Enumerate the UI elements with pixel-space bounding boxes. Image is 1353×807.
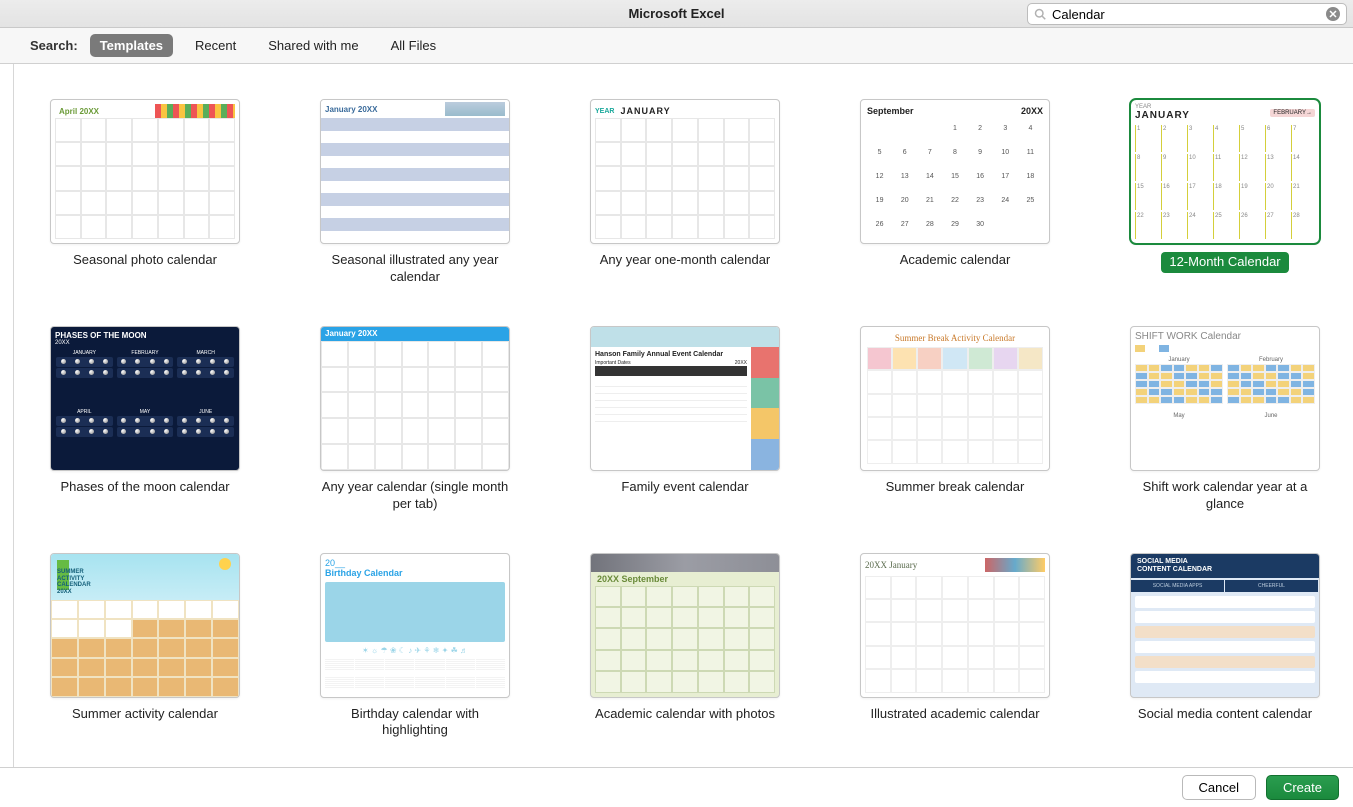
template-label: Any year one-month calendar [600, 252, 771, 269]
template-label: Any year calendar (single month per tab) [320, 479, 510, 513]
thumbnail: SUMMERACTIVITYCALENDAR20XX [50, 553, 240, 698]
title-bar: Microsoft Excel [0, 0, 1353, 28]
template-academic[interactable]: September20XX 12345678910111213141516171… [860, 99, 1050, 286]
thumb-heading: Hanson Family Annual Event Calendar [595, 351, 747, 358]
thumb-title: January 20XX [321, 327, 509, 341]
templates-grid: April 20XX Seasonal photo calendar Janua… [50, 99, 1319, 739]
template-label: Seasonal illustrated any year calendar [320, 252, 510, 286]
template-label: Social media content calendar [1138, 706, 1312, 723]
thumbnail: 20XX September [590, 553, 780, 698]
thumb-month: September [867, 106, 914, 116]
scope-bar: Search: Templates Recent Shared with me … [0, 28, 1353, 64]
scope-allfiles[interactable]: All Files [381, 34, 447, 57]
thumb-year: 20__ [325, 558, 505, 568]
scope-shared[interactable]: Shared with me [258, 34, 368, 57]
template-birthday[interactable]: 20__ Birthday Calendar ✶ ☼ ☂ ❀ ☾ ♪ ✈ ⚘ ❄… [320, 553, 510, 740]
template-label: Summer break calendar [886, 479, 1025, 496]
thumb-sub: Important Dates [595, 360, 631, 366]
thumb-title: January 20XX [325, 105, 377, 114]
thumbnail: September20XX 12345678910111213141516171… [860, 99, 1050, 244]
template-label: Phases of the moon calendar [60, 479, 229, 496]
thumb-title: April 20XX [55, 107, 99, 116]
close-icon [1329, 10, 1337, 18]
search-input[interactable] [1052, 7, 1320, 22]
template-academic-photos[interactable]: 20XX September Academic calendar with ph… [590, 553, 780, 740]
thumb-brand: SHIFT WORK [1135, 331, 1198, 342]
thumb-title: PHASES OF THE MOON [55, 331, 235, 340]
thumb-year: 20XX [55, 340, 235, 346]
thumbnail: SHIFT WORK Calendar January February May… [1130, 326, 1320, 471]
template-family-event[interactable]: Hanson Family Annual Event Calendar Impo… [590, 326, 780, 513]
template-label: 12-Month Calendar [1161, 252, 1288, 273]
cancel-button[interactable]: Cancel [1182, 775, 1256, 800]
template-label: Birthday calendar with highlighting [320, 706, 510, 740]
template-social-media[interactable]: SOCIAL MEDIACONTENT CALENDAR SOCIAL MEDI… [1130, 553, 1320, 740]
thumbnail: January 20XX [320, 99, 510, 244]
clear-search-button[interactable] [1326, 7, 1340, 21]
template-label: Shift work calendar year at a glance [1130, 479, 1320, 513]
thumb-brand2: Calendar [1200, 331, 1241, 342]
thumb-month: JANUARY [1135, 110, 1190, 121]
template-shift-work[interactable]: SHIFT WORK Calendar January February May… [1130, 326, 1320, 513]
thumb-month: JANUARY [620, 106, 670, 116]
template-12-month[interactable]: YEARJANUARYFEBRUARY→ 1234567891011121314… [1130, 99, 1320, 286]
thumb-year: YEAR [595, 108, 614, 115]
thumb-line1: SOCIAL MEDIA [1137, 558, 1188, 565]
template-illustrated-academic[interactable]: 20XX January Illustrated academic calend… [860, 553, 1050, 740]
scope-templates[interactable]: Templates [90, 34, 173, 57]
footer: Cancel Create [0, 767, 1353, 807]
template-summer-break[interactable]: Summer Break Activity Calendar Summer br… [860, 326, 1050, 513]
thumbnail: January 20XX [320, 326, 510, 471]
thumb-title: 20XX January [865, 560, 917, 570]
template-seasonal-illustrated[interactable]: January 20XX Seasonal illustrated any ye… [320, 99, 510, 286]
thumb-year: 20XX [735, 360, 747, 366]
template-label: Summer activity calendar [72, 706, 218, 723]
search-field[interactable] [1027, 3, 1347, 25]
template-label: Academic calendar with photos [595, 706, 775, 723]
scope-recent[interactable]: Recent [185, 34, 246, 57]
thumb-line2: CONTENT CALENDAR [1137, 566, 1212, 573]
thumbnail: YEAR JANUARY [590, 99, 780, 244]
scope-label: Search: [30, 38, 78, 53]
thumb-title: Birthday Calendar [325, 568, 505, 578]
template-label: Seasonal photo calendar [73, 252, 217, 269]
template-summer-activity[interactable]: SUMMERACTIVITYCALENDAR20XX Summer activi… [50, 553, 240, 740]
template-any-year-single-tab[interactable]: January 20XX Any year calendar (single m… [320, 326, 510, 513]
thumb-title: 20XX September [591, 572, 779, 586]
left-collapsed-sidebar [0, 64, 14, 767]
template-label: Family event calendar [621, 479, 748, 496]
thumb-next-badge: FEBRUARY→ [1270, 109, 1315, 117]
search-icon [1034, 8, 1046, 20]
template-label: Academic calendar [900, 252, 1011, 269]
templates-gallery: April 20XX Seasonal photo calendar Janua… [0, 64, 1353, 767]
template-any-year-one-month[interactable]: YEAR JANUARY Any year one-month calendar [590, 99, 780, 286]
app-title: Microsoft Excel [628, 6, 724, 21]
thumbnail: YEARJANUARYFEBRUARY→ 1234567891011121314… [1130, 99, 1320, 244]
thumbnail: April 20XX [50, 99, 240, 244]
thumbnail: 20__ Birthday Calendar ✶ ☼ ☂ ❀ ☾ ♪ ✈ ⚘ ❄… [320, 553, 510, 698]
thumbnail: Summer Break Activity Calendar [860, 326, 1050, 471]
create-button[interactable]: Create [1266, 775, 1339, 800]
thumbnail: PHASES OF THE MOON 20XX JANUARY FEBRUARY… [50, 326, 240, 471]
thumbnail: Hanson Family Annual Event Calendar Impo… [590, 326, 780, 471]
template-label: Illustrated academic calendar [870, 706, 1039, 723]
thumbnail: 20XX January [860, 553, 1050, 698]
template-seasonal-photo[interactable]: April 20XX Seasonal photo calendar [50, 99, 240, 286]
thumbnail: SOCIAL MEDIACONTENT CALENDAR SOCIAL MEDI… [1130, 553, 1320, 698]
thumb-title: Summer Break Activity Calendar [867, 333, 1043, 343]
thumb-year: 20XX [1021, 106, 1043, 116]
template-phases-of-moon[interactable]: PHASES OF THE MOON 20XX JANUARY FEBRUARY… [50, 326, 240, 513]
